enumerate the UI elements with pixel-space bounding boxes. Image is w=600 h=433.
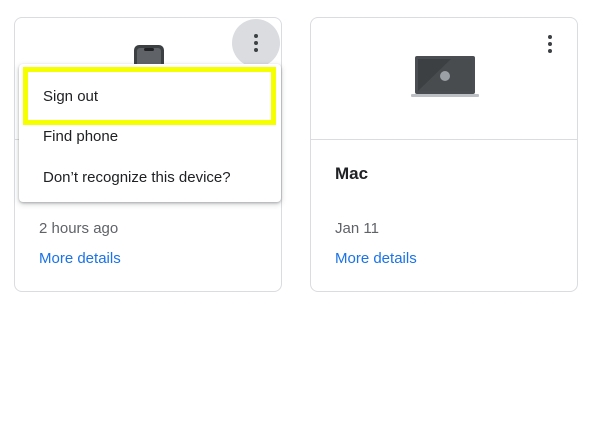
device-name: Mac	[335, 164, 369, 183]
more-options-button[interactable]	[526, 20, 574, 68]
more-vert-icon	[254, 34, 258, 52]
menu-item-find-phone[interactable]: Find phone	[19, 116, 281, 156]
menu-item-dont-recognize[interactable]: Don’t recognize this device?	[19, 157, 281, 197]
devices-page: 2 hours ago More details Mac Jan 11 More…	[0, 0, 600, 433]
device-options-menu: Sign out Find phone Don’t recognize this…	[19, 64, 281, 202]
device-last-active: 2 hours ago	[39, 220, 119, 237]
more-details-link[interactable]: More details	[335, 250, 417, 267]
menu-item-sign-out[interactable]: Sign out	[19, 76, 281, 116]
device-card-header	[311, 18, 577, 140]
device-card-mac[interactable]: Mac Jan 11 More details	[310, 17, 578, 292]
device-last-active: Jan 11	[335, 220, 379, 237]
more-details-link[interactable]: More details	[39, 250, 121, 267]
more-options-button[interactable]	[232, 19, 280, 67]
more-vert-icon	[548, 35, 552, 53]
laptop-icon	[411, 56, 479, 97]
